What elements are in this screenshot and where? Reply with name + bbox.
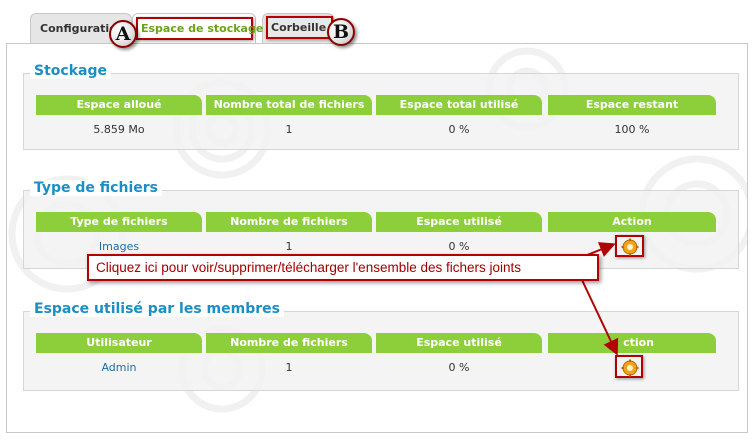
header-space-used: Espace utilisé [376, 212, 542, 232]
member-admin-link[interactable]: Admin [36, 360, 202, 376]
admin-action-button[interactable] [615, 355, 643, 378]
header-action: Action [548, 212, 716, 232]
header-remaining-space: Espace restant [548, 95, 716, 115]
trash-tab-highlight[interactable]: Corbeille [266, 16, 333, 39]
header-file-type: Type de fichiers [36, 212, 202, 232]
tab-trash-label: Corbeille [271, 21, 327, 34]
header-member-file-count: Nombre de fichiers [206, 333, 372, 353]
admin-file-count: 1 [285, 361, 293, 374]
header-member-space-used: Espace utilisé [376, 333, 542, 353]
header-member-action-label: ction [623, 336, 654, 349]
stockage-section: Stockage Espace alloué Nombre total de f… [23, 63, 739, 150]
total-files-value: 1 [285, 123, 293, 136]
members-title: Espace utilisé par les membres [30, 301, 284, 317]
file-type-images-link[interactable]: Images [36, 239, 202, 255]
header-total-files: Nombre total de fichiers [206, 95, 372, 115]
tab-configuration-label: Configuratio [40, 22, 117, 35]
images-action-button[interactable] [615, 235, 644, 257]
file-type-images-label: Images [98, 240, 140, 253]
members-section: Espace utilisé par les membres Utilisate… [23, 301, 739, 391]
file-types-title: Type de fichiers [30, 180, 162, 196]
total-used-value: 0 % [448, 123, 470, 136]
remaining-space-value: 100 % [614, 123, 650, 136]
gear-icon [621, 238, 639, 256]
header-user: Utilisateur [36, 333, 202, 353]
tab-storage-label: Espace de stockage [141, 22, 264, 35]
header-member-action: ction [548, 333, 716, 353]
header-total-used: Espace total utilisé [376, 95, 542, 115]
allocated-space-value: 5.859 Mo [93, 123, 145, 136]
member-admin-label: Admin [101, 361, 137, 374]
images-file-count: 1 [285, 240, 293, 253]
stockage-title: Stockage [30, 63, 111, 79]
header-file-count: Nombre de fichiers [206, 212, 372, 232]
annotation-marker-a: A [109, 20, 137, 48]
admin-space-used: 0 % [448, 361, 470, 374]
images-space-used: 0 % [448, 240, 470, 253]
annotation-marker-b: B [327, 18, 355, 46]
storage-tab-highlight[interactable]: Espace de stockage [136, 17, 263, 40]
instruction-callout: Cliquez ici pour voir/supprimer/téléchar… [87, 254, 599, 281]
header-allocated-space: Espace alloué [36, 95, 202, 115]
gear-icon [621, 359, 639, 377]
